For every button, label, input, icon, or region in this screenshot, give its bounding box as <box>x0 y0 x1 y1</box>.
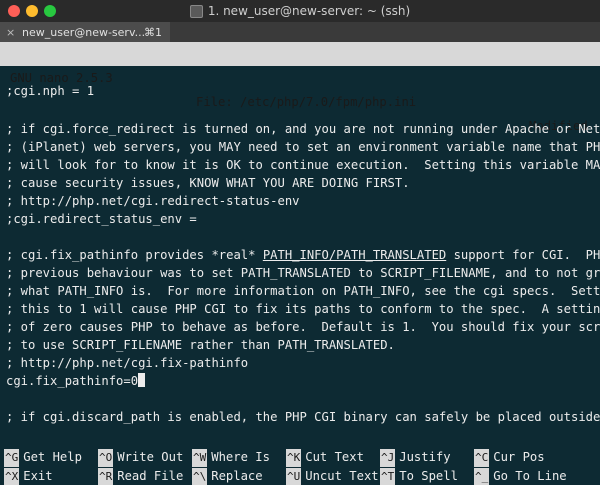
editor-line: ; previous behaviour was to set PATH_TRA… <box>6 266 600 280</box>
editor-line: ; cause security issues, KNOW WHAT YOU A… <box>6 176 410 190</box>
text-cursor <box>138 373 146 387</box>
editor-line: ; will look for to know it is OK to cont… <box>6 158 600 172</box>
shortcut-to-spell[interactable]: ^T To Spell <box>380 467 458 485</box>
shortcut-key: ^W <box>192 449 208 467</box>
shortcut-bar: ^G Get Help ^O Write Out ^W Where Is ^K Cut … <box>0 448 600 485</box>
tab-session-1[interactable]: × new_user@new-serv... ⌘1 <box>0 22 170 42</box>
shortcut-label: Where Is <box>211 450 270 464</box>
shortcut-key: ^X <box>4 468 20 485</box>
tab-shortcut: ⌘1 <box>144 25 162 39</box>
shortcut-label: Cut Text <box>305 450 364 464</box>
shortcut-exit[interactable]: ^X Exit <box>4 467 53 485</box>
shortcut-label: Get Help <box>23 450 82 464</box>
shortcut-key: ^K <box>286 449 302 467</box>
shortcut-cut-text[interactable]: ^K Cut Text <box>286 448 364 467</box>
shortcut-label: Read File <box>117 469 184 483</box>
shortcut-go-to-line[interactable]: ^_ Go To Line <box>474 467 567 485</box>
shortcut-label: Write Out <box>117 450 184 464</box>
shortcut-replace[interactable]: ^\ Replace <box>192 467 263 485</box>
shortcut-read-file[interactable]: ^R Read File <box>98 467 183 485</box>
nano-header: GNU nano 2.5.3 File: /etc/php/7.0/fpm/ph… <box>0 42 600 133</box>
minimize-window-button[interactable] <box>26 5 38 17</box>
close-tab-icon[interactable]: × <box>6 26 22 39</box>
line-prefix: ; cgi.fix_pathinfo provides *real* <box>6 248 263 262</box>
shortcut-key: ^J <box>380 449 396 467</box>
editor-line: ; if cgi.force_redirect is turned on, an… <box>6 122 600 136</box>
terminal-window: 1. new_user@new-server: ~ (ssh) × new_us… <box>0 0 600 485</box>
shortcut-label: Replace <box>211 469 263 483</box>
editor-line: ; what PATH_INFO is. For more informatio… <box>6 284 600 298</box>
shortcut-key: ^R <box>98 468 114 485</box>
editor-line: ;cgi.nph = 1 <box>6 84 95 98</box>
shortcut-label: Uncut Text <box>305 469 379 483</box>
title-bar: 1. new_user@new-server: ~ (ssh) <box>0 0 600 22</box>
shortcut-label: Exit <box>23 469 53 483</box>
current-line-text: cgi.fix_pathinfo=0 <box>6 374 139 388</box>
shortcut-label: Go To Line <box>493 469 567 483</box>
shortcut-label: To Spell <box>399 469 458 483</box>
maximize-window-button[interactable] <box>44 5 56 17</box>
shortcut-get-help[interactable]: ^G Get Help <box>4 448 82 467</box>
shortcut-cur-pos[interactable]: ^C Cur Pos <box>474 448 545 467</box>
folder-icon <box>189 4 203 18</box>
editor-line: ; (iPlanet) web servers, you MAY need to… <box>6 140 600 154</box>
underlined-text: PATH_INFO/PATH_TRANSLATED <box>262 248 447 262</box>
editor-current-line[interactable]: cgi.fix_pathinfo=0 <box>6 372 146 390</box>
shortcut-label: Cur Pos <box>493 450 545 464</box>
shortcut-key: ^G <box>4 449 20 467</box>
line-suffix: support for CGI. PHP's <box>453 248 600 262</box>
editor-line: ; if cgi.discard_path is enabled, the PH… <box>6 410 600 424</box>
shortcut-uncut-text[interactable]: ^U Uncut Text <box>286 467 379 485</box>
shortcut-where-is[interactable]: ^W Where Is <box>192 448 270 467</box>
shortcut-key: ^_ <box>474 468 490 485</box>
shortcut-key: ^C <box>474 449 490 467</box>
editor-line: ; of zero causes PHP to behave as before… <box>6 320 600 334</box>
tab-bar: × new_user@new-serv... ⌘1 <box>0 22 600 42</box>
editor-line: ; http://php.net/cgi.fix-pathinfo <box>6 356 249 370</box>
editor-area[interactable]: ;cgi.nph = 1 ; if cgi.force_redirect is … <box>0 66 600 440</box>
shortcut-key: ^U <box>286 468 302 485</box>
tab-label: new_user@new-serv... <box>22 25 144 39</box>
shortcut-label: Justify <box>399 450 451 464</box>
shortcut-justify[interactable]: ^J Justify <box>380 448 451 467</box>
window-title: 1. new_user@new-server: ~ (ssh) <box>207 4 411 18</box>
editor-line: ; this to 1 will cause PHP CGI to fix it… <box>6 302 600 316</box>
close-window-button[interactable] <box>8 5 20 17</box>
shortcut-write-out[interactable]: ^O Write Out <box>98 448 184 467</box>
editor-line: ;cgi.redirect_status_env = <box>6 212 197 226</box>
editor-line: ; to use SCRIPT_FILENAME rather than PAT… <box>6 338 395 352</box>
editor-line-fix-pathinfo: ; cgi.fix_pathinfo provides *real* PATH_… <box>6 246 600 264</box>
shortcut-key: ^\ <box>192 468 208 485</box>
editor-line: ; http://php.net/cgi.redirect-status-env <box>6 194 300 208</box>
shortcut-key: ^O <box>98 449 114 467</box>
shortcut-key: ^T <box>380 468 396 485</box>
